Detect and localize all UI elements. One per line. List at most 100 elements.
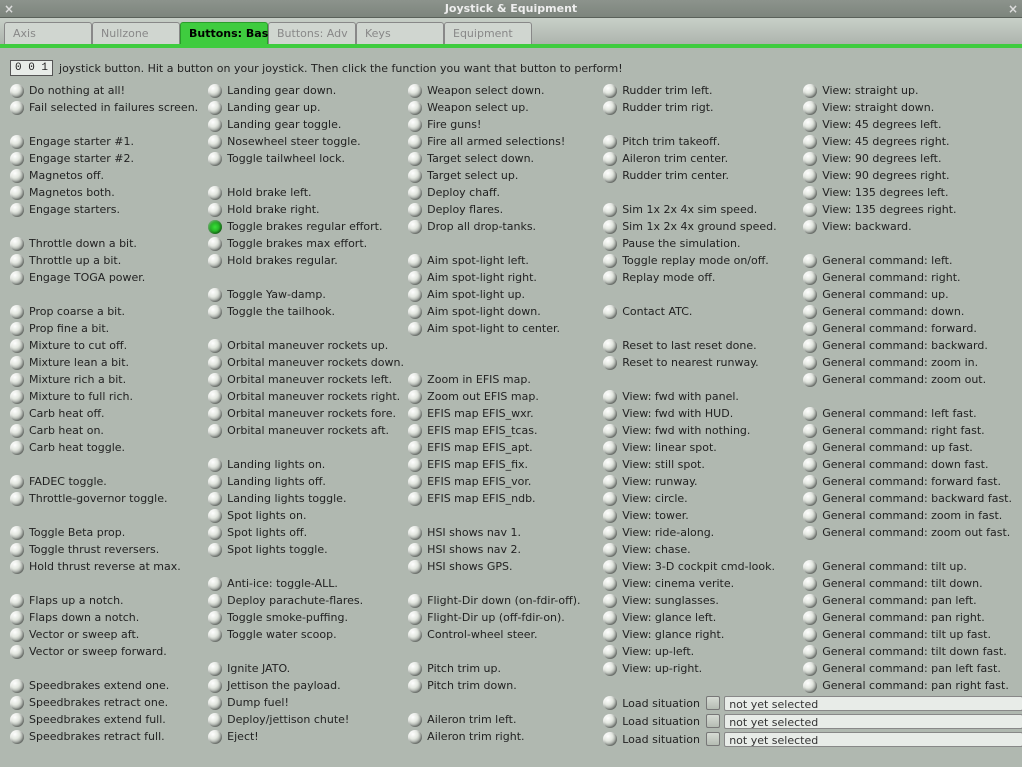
radio-icon[interactable] bbox=[803, 475, 817, 489]
option-radio[interactable]: Vector or sweep forward. bbox=[10, 643, 198, 660]
option-radio[interactable]: Contact ATC. bbox=[603, 303, 793, 320]
option-radio[interactable]: Target select up. bbox=[408, 167, 593, 184]
option-radio[interactable]: General command: tilt up fast. bbox=[803, 626, 1012, 643]
radio-icon[interactable] bbox=[803, 288, 817, 302]
radio-icon[interactable] bbox=[208, 407, 222, 421]
option-radio[interactable]: Toggle smoke-puffing. bbox=[208, 609, 398, 626]
option-radio[interactable]: View: 45 degrees left. bbox=[803, 116, 1012, 133]
radio-icon[interactable] bbox=[408, 730, 422, 744]
radio-icon[interactable] bbox=[10, 696, 24, 710]
radio-icon[interactable] bbox=[603, 560, 617, 574]
option-radio[interactable]: Rudder trim rigt. bbox=[603, 99, 793, 116]
radio-icon[interactable] bbox=[10, 526, 24, 540]
radio-icon[interactable] bbox=[803, 662, 817, 676]
radio-icon[interactable] bbox=[208, 305, 222, 319]
option-radio[interactable]: General command: left fast. bbox=[803, 405, 1012, 422]
radio-icon[interactable] bbox=[208, 101, 222, 115]
option-radio[interactable]: Dump fuel! bbox=[208, 694, 398, 711]
option-radio[interactable]: Anti-ice: toggle-ALL. bbox=[208, 575, 398, 592]
radio-icon[interactable] bbox=[10, 628, 24, 642]
option-radio[interactable]: Toggle Beta prop. bbox=[10, 524, 198, 541]
radio-icon[interactable] bbox=[408, 390, 422, 404]
tab-axis[interactable]: Axis bbox=[4, 22, 92, 44]
radio-icon[interactable] bbox=[803, 101, 817, 115]
option-radio[interactable]: Ignite JATO. bbox=[208, 660, 398, 677]
radio-icon[interactable] bbox=[603, 169, 617, 183]
option-radio[interactable]: General command: pan left. bbox=[803, 592, 1012, 609]
radio-icon[interactable] bbox=[10, 713, 24, 727]
radio-icon[interactable] bbox=[803, 560, 817, 574]
option-radio[interactable]: Flight-Dir up (off-fdir-on). bbox=[408, 609, 593, 626]
option-radio[interactable]: Speedbrakes retract full. bbox=[10, 728, 198, 745]
option-radio[interactable]: Deploy parachute-flares. bbox=[208, 592, 398, 609]
radio-icon[interactable] bbox=[603, 271, 617, 285]
option-radio[interactable]: Reset to nearest runway. bbox=[603, 354, 793, 371]
option-radio[interactable]: EFIS map EFIS_wxr. bbox=[408, 405, 593, 422]
radio-icon[interactable] bbox=[603, 696, 617, 710]
option-radio[interactable]: General command: right fast. bbox=[803, 422, 1012, 439]
radio-icon[interactable] bbox=[803, 679, 817, 693]
option-radio[interactable]: General command: forward fast. bbox=[803, 473, 1012, 490]
radio-icon[interactable] bbox=[208, 509, 222, 523]
radio-icon[interactable] bbox=[803, 526, 817, 540]
tab-buttons-adv[interactable]: Buttons: Adv bbox=[268, 22, 356, 44]
option-radio[interactable]: Engage starter #2. bbox=[10, 150, 198, 167]
radio-icon[interactable] bbox=[208, 526, 222, 540]
option-radio[interactable]: Aim spot-light to center. bbox=[408, 320, 593, 337]
radio-icon[interactable] bbox=[408, 84, 422, 98]
radio-icon[interactable] bbox=[603, 407, 617, 421]
option-radio[interactable]: Pitch trim down. bbox=[408, 677, 593, 694]
option-radio[interactable]: Toggle water scoop. bbox=[208, 626, 398, 643]
radio-icon[interactable] bbox=[408, 475, 422, 489]
option-radio[interactable]: View: straight up. bbox=[803, 82, 1012, 99]
option-radio[interactable]: Hold thrust reverse at max. bbox=[10, 558, 198, 575]
option-radio[interactable]: General command: tilt down. bbox=[803, 575, 1012, 592]
option-radio[interactable]: EFIS map EFIS_ndb. bbox=[408, 490, 593, 507]
option-radio[interactable]: General command: pan left fast. bbox=[803, 660, 1012, 677]
option-radio[interactable]: Landing gear up. bbox=[208, 99, 398, 116]
option-radio[interactable]: General command: up fast. bbox=[803, 439, 1012, 456]
radio-icon[interactable] bbox=[208, 254, 222, 268]
radio-icon[interactable] bbox=[803, 424, 817, 438]
option-radio[interactable]: Hold brake left. bbox=[208, 184, 398, 201]
radio-icon[interactable] bbox=[803, 339, 817, 353]
radio-icon[interactable] bbox=[803, 611, 817, 625]
radio-icon[interactable] bbox=[10, 441, 24, 455]
option-radio[interactable]: Drop all drop-tanks. bbox=[408, 218, 593, 235]
radio-icon[interactable] bbox=[208, 611, 222, 625]
option-radio[interactable]: Rudder trim left. bbox=[603, 82, 793, 99]
option-radio[interactable]: View: runway. bbox=[603, 473, 793, 490]
option-radio[interactable]: Aim spot-light down. bbox=[408, 303, 593, 320]
option-radio[interactable]: General command: zoom in fast. bbox=[803, 507, 1012, 524]
option-radio[interactable]: Weapon select down. bbox=[408, 82, 593, 99]
option-radio[interactable]: Toggle brakes regular effort. bbox=[208, 218, 398, 235]
radio-icon[interactable] bbox=[10, 424, 24, 438]
radio-icon[interactable] bbox=[10, 475, 24, 489]
option-radio[interactable]: Nosewheel steer toggle. bbox=[208, 133, 398, 150]
radio-icon[interactable] bbox=[208, 594, 222, 608]
option-radio[interactable]: General command: left. bbox=[803, 252, 1012, 269]
option-radio[interactable]: Target select down. bbox=[408, 150, 593, 167]
option-radio[interactable]: Do nothing at all! bbox=[10, 82, 198, 99]
option-radio[interactable]: View: 90 degrees left. bbox=[803, 150, 1012, 167]
option-radio[interactable]: General command: forward. bbox=[803, 320, 1012, 337]
radio-icon[interactable] bbox=[10, 305, 24, 319]
radio-icon[interactable] bbox=[803, 186, 817, 200]
radio-icon[interactable] bbox=[603, 492, 617, 506]
radio-icon[interactable] bbox=[208, 203, 222, 217]
option-radio[interactable]: Fire guns! bbox=[408, 116, 593, 133]
radio-icon[interactable] bbox=[803, 509, 817, 523]
option-radio[interactable]: Throttle-governor toggle. bbox=[10, 490, 198, 507]
option-radio[interactable]: Prop fine a bit. bbox=[10, 320, 198, 337]
radio-icon[interactable] bbox=[208, 135, 222, 149]
option-radio[interactable]: Orbital maneuver rockets right. bbox=[208, 388, 398, 405]
radio-icon[interactable] bbox=[408, 424, 422, 438]
option-radio[interactable]: Orbital maneuver rockets fore. bbox=[208, 405, 398, 422]
radio-icon[interactable] bbox=[408, 271, 422, 285]
option-radio[interactable]: View: circle. bbox=[603, 490, 793, 507]
radio-icon[interactable] bbox=[208, 628, 222, 642]
tab-keys[interactable]: Keys bbox=[356, 22, 444, 44]
option-radio[interactable]: Toggle Yaw-damp. bbox=[208, 286, 398, 303]
option-radio[interactable]: View: still spot. bbox=[603, 456, 793, 473]
radio-icon[interactable] bbox=[208, 730, 222, 744]
